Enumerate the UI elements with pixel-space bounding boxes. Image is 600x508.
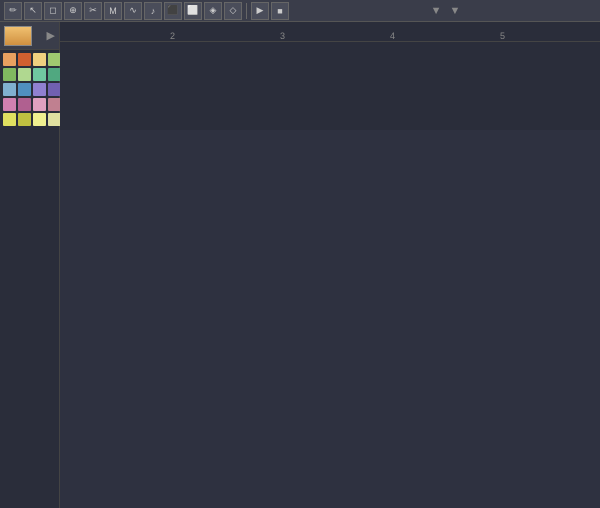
toolbar: ✏ ↖ ◻ ⊕ ✂ M ∿ ♪ ⬛ ⬜ ◈ ◇ ▶ ■ ▼ ▼ xyxy=(0,0,600,22)
color-swatch[interactable] xyxy=(18,83,31,96)
tool-zoom[interactable]: ⊕ xyxy=(64,2,82,20)
palette-area: ▶ xyxy=(0,22,60,130)
color-swatch[interactable] xyxy=(33,113,46,126)
color-swatch[interactable] xyxy=(3,113,16,126)
tool-scissor[interactable]: ✂ xyxy=(84,2,102,20)
color-swatch[interactable] xyxy=(33,98,46,111)
tool-erase[interactable]: ◻ xyxy=(44,2,62,20)
active-color[interactable] xyxy=(4,26,32,46)
grid-canvas xyxy=(60,130,600,508)
tool-play[interactable]: ▶ xyxy=(251,2,269,20)
tool-strum[interactable]: ∿ xyxy=(124,2,142,20)
color-swatch[interactable] xyxy=(3,68,16,81)
tool-prop2[interactable]: ⬜ xyxy=(184,2,202,20)
palette-top: ▶ xyxy=(0,22,59,50)
palette-arrow[interactable]: ▶ xyxy=(47,29,55,42)
mini-preview xyxy=(60,42,600,130)
color-palette xyxy=(0,50,59,130)
color-swatch[interactable] xyxy=(18,53,31,66)
ruler: 2 3 4 5 xyxy=(60,22,600,42)
main-area xyxy=(0,130,600,508)
color-swatch[interactable] xyxy=(3,83,16,96)
title-area: ▼ ▼ xyxy=(291,5,596,17)
tool-prop1[interactable]: ⬛ xyxy=(164,2,182,20)
tool-select[interactable]: ↖ xyxy=(24,2,42,20)
tool-piano[interactable]: ♪ xyxy=(144,2,162,20)
second-row: ▶ 2 3 4 5 xyxy=(0,22,600,130)
ruler-mark: 5 xyxy=(500,31,505,41)
tool-pencil[interactable]: ✏ xyxy=(4,2,22,20)
ruler-mark: 2 xyxy=(170,31,175,41)
color-swatch[interactable] xyxy=(33,68,46,81)
tool-prop4[interactable]: ◇ xyxy=(224,2,242,20)
color-swatch[interactable] xyxy=(18,113,31,126)
tool-prop3[interactable]: ◈ xyxy=(204,2,222,20)
color-swatch[interactable] xyxy=(33,53,46,66)
color-swatch[interactable] xyxy=(33,83,46,96)
note-grid[interactable] xyxy=(60,130,600,508)
separator1 xyxy=(246,3,247,19)
tool-stop[interactable]: ■ xyxy=(271,2,289,20)
velocity-dropdown-icon[interactable]: ▼ xyxy=(450,5,461,17)
tool-mute[interactable]: M xyxy=(104,2,122,20)
color-swatch[interactable] xyxy=(18,68,31,81)
piano-keyboard xyxy=(0,130,60,508)
ruler-mark: 4 xyxy=(390,31,395,41)
color-swatch[interactable] xyxy=(18,98,31,111)
ruler-area: 2 3 4 5 xyxy=(60,22,600,130)
color-swatch[interactable] xyxy=(3,98,16,111)
title-separator: ▼ xyxy=(431,5,442,17)
ruler-mark: 3 xyxy=(280,31,285,41)
color-swatch[interactable] xyxy=(3,53,16,66)
